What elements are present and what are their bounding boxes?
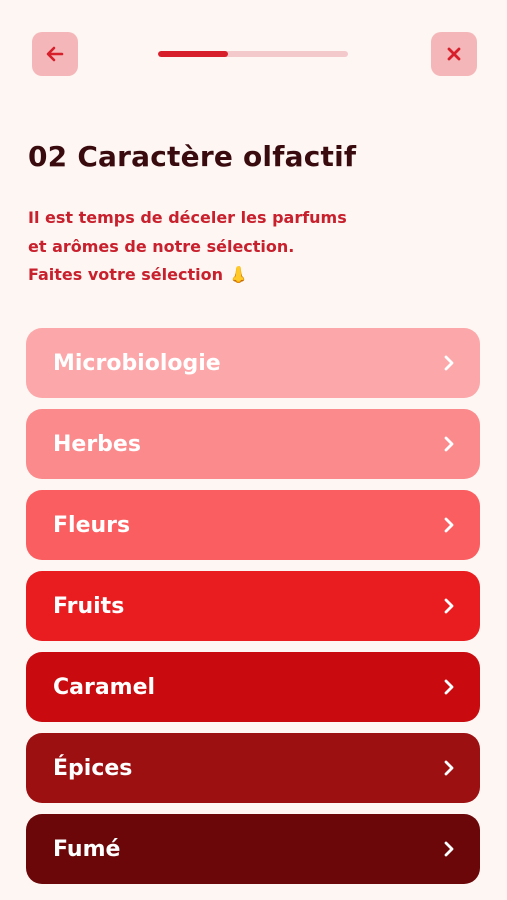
chevron-right-icon	[442, 759, 456, 777]
back-button[interactable]	[32, 32, 78, 76]
category-item-caramel[interactable]: Caramel	[26, 652, 480, 722]
chevron-right-icon	[442, 516, 456, 534]
category-list: Microbiologie Herbes Fleurs Fruits Caram…	[26, 328, 480, 895]
subtitle-line: Il est temps de déceler les parfums	[28, 208, 347, 227]
subtitle-line: et arômes de notre sélection.	[28, 236, 295, 256]
chevron-right-icon	[442, 597, 456, 615]
category-label: Fumé	[53, 836, 121, 862]
category-item-fume[interactable]: Fumé	[26, 814, 480, 884]
category-label: Fruits	[53, 593, 125, 619]
top-bar	[0, 0, 507, 110]
category-item-fruits[interactable]: Fruits	[26, 571, 480, 641]
subtitle-line: Faites votre sélection 👃	[28, 265, 249, 284]
chevron-right-icon	[442, 840, 456, 858]
category-item-microbiologie[interactable]: Microbiologie	[26, 328, 480, 398]
category-label: Épices	[53, 755, 133, 781]
close-button[interactable]	[431, 32, 477, 76]
category-item-fleurs[interactable]: Fleurs	[26, 490, 480, 560]
chevron-right-icon	[442, 678, 456, 696]
category-label: Herbes	[53, 431, 141, 457]
arrow-left-icon	[44, 43, 66, 65]
category-label: Caramel	[53, 674, 156, 700]
page-title: 02 Caractère olfactif	[28, 140, 357, 173]
category-label: Fleurs	[53, 512, 131, 538]
category-item-herbes[interactable]: Herbes	[26, 409, 480, 479]
category-item-epices[interactable]: Épices	[26, 733, 480, 803]
progress-bar	[158, 51, 348, 57]
page-subtitle: Il est temps de déceler les parfums et a…	[28, 204, 448, 290]
progress-fill	[158, 51, 229, 57]
close-icon	[445, 45, 463, 63]
chevron-right-icon	[442, 354, 456, 372]
category-label: Microbiologie	[53, 350, 221, 376]
chevron-right-icon	[442, 435, 456, 453]
